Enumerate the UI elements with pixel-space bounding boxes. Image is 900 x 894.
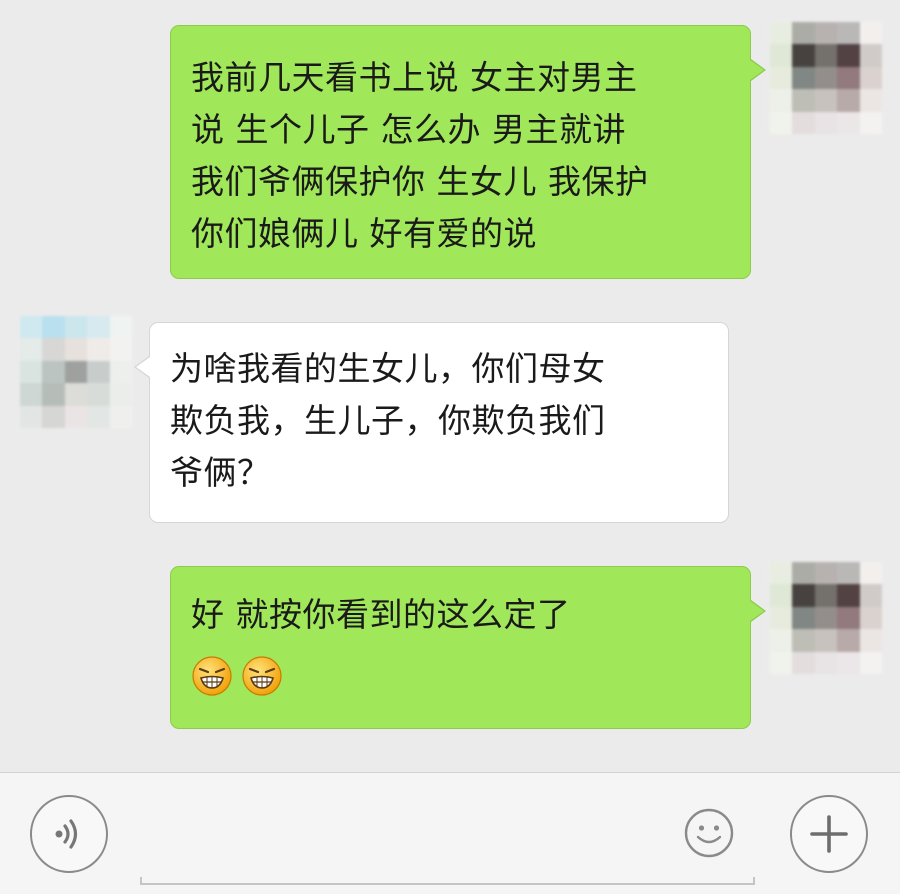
self-avatar[interactable]	[770, 22, 882, 134]
voice-wave-icon	[55, 819, 78, 849]
message-bubble-received[interactable]: 为啥我看的生女儿，你们母女 欺负我，生儿子，你欺负我们 爷俩？	[134, 322, 729, 523]
contact-avatar[interactable]	[20, 316, 132, 428]
plus-icon	[810, 815, 848, 853]
message-input-bar	[0, 772, 900, 894]
grinning-face-emoji-icon	[192, 656, 232, 696]
smiley-icon[interactable]	[683, 807, 735, 859]
input-underline	[140, 877, 755, 885]
chat-message-area: 我前几天看书上说 女主对男主 说 生个儿子 怎么办 男主就讲 我们爷俩保护你 生…	[0, 0, 900, 772]
grinning-face-emoji-icon	[242, 656, 282, 696]
voice-button[interactable]	[30, 795, 108, 873]
message-input[interactable]	[140, 801, 759, 873]
message-text: 为啥我看的生女儿，你们母女 欺负我，生儿子，你欺负我们 爷俩？	[170, 349, 606, 492]
message-bubble-sent[interactable]: 好 就按你看到的这么定了	[170, 566, 766, 729]
message-bubble-sent[interactable]: 我前几天看书上说 女主对男主 说 生个儿子 怎么办 男主就讲 我们爷俩保护你 生…	[170, 25, 766, 279]
self-avatar[interactable]	[770, 562, 882, 674]
message-text: 我前几天看书上说 女主对男主 说 生个儿子 怎么办 男主就讲 我们爷俩保护你 生…	[191, 58, 649, 253]
more-button[interactable]	[790, 795, 868, 873]
emoji-row	[191, 655, 730, 697]
message-text: 好 就按你看到的这么定了	[191, 595, 571, 634]
